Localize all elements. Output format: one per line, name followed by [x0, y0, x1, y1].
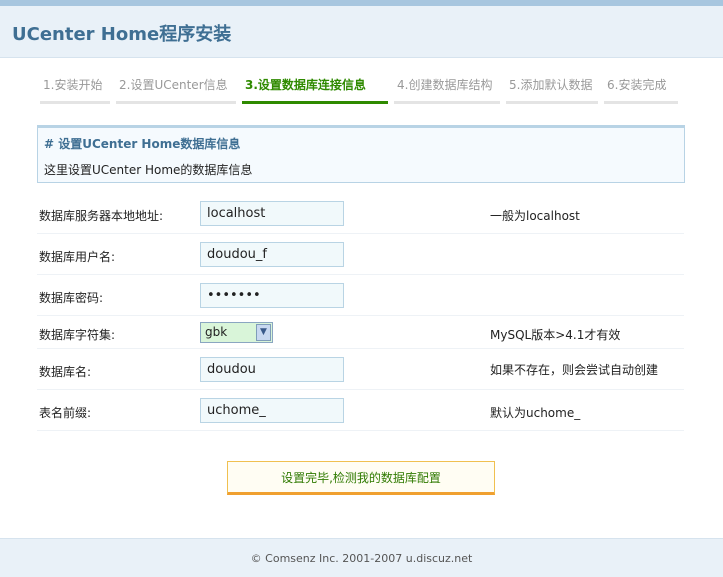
step-6: 6.安装完成	[604, 74, 678, 104]
host-label: 数据库服务器本地地址:	[39, 209, 164, 223]
step-4: 4.创建数据库结构	[394, 74, 500, 104]
prefix-label: 表名前缀:	[39, 406, 92, 420]
form-row-dbname: 数据库名: 如果不存在，则会尝试自动创建	[37, 349, 684, 390]
host-hint: 一般为localhost	[490, 209, 580, 223]
step-2: 2.设置UCenter信息	[116, 74, 236, 104]
charset-hint: MySQL版本>4.1才有效	[490, 328, 621, 342]
db-charset-select[interactable]: gbk ▼	[200, 322, 273, 343]
form-row-host: 数据库服务器本地地址: 一般为localhost	[37, 193, 684, 234]
form-row-password: 数据库密码:	[37, 275, 684, 316]
password-label: 数据库密码:	[39, 291, 104, 305]
db-host-input[interactable]	[200, 201, 344, 226]
form-row-charset: 数据库字符集: gbk ▼ MySQL版本>4.1才有效	[37, 316, 684, 349]
step-5: 5.添加默认数据	[506, 74, 598, 104]
step-progress: 1.安装开始 2.设置UCenter信息 3.设置数据库连接信息 4.创建数据库…	[40, 74, 684, 104]
page-title: UCenter Home程序安装	[12, 24, 232, 45]
db-user-input[interactable]	[200, 242, 344, 267]
chevron-down-icon[interactable]: ▼	[256, 324, 271, 341]
user-label: 数据库用户名:	[39, 250, 116, 264]
form-row-user: 数据库用户名:	[37, 234, 684, 275]
section-description: 这里设置UCenter Home的数据库信息	[44, 163, 253, 177]
db-password-input[interactable]	[200, 283, 344, 308]
header: UCenter Home程序安装	[0, 6, 723, 58]
section-title: # 设置UCenter Home数据库信息	[44, 137, 241, 151]
charset-label: 数据库字符集:	[39, 328, 116, 342]
dbname-hint: 如果不存在，则会尝试自动创建	[490, 363, 659, 377]
db-name-input[interactable]	[200, 357, 344, 382]
step-3-active: 3.设置数据库连接信息	[242, 74, 388, 104]
charset-selected-value: gbk	[205, 325, 228, 339]
section-info-box: # 设置UCenter Home数据库信息 这里设置UCenter Home的数…	[37, 125, 685, 183]
table-prefix-input[interactable]	[200, 398, 344, 423]
step-1: 1.安装开始	[40, 74, 110, 104]
prefix-hint: 默认为uchome_	[490, 406, 581, 420]
form-row-prefix: 表名前缀: 默认为uchome_	[37, 390, 684, 431]
check-db-config-button[interactable]: 设置完毕,检测我的数据库配置	[227, 461, 495, 495]
dbname-label: 数据库名:	[39, 365, 92, 379]
footer-copyright: © Comsenz Inc. 2001-2007 u.discuz.net	[0, 538, 723, 577]
